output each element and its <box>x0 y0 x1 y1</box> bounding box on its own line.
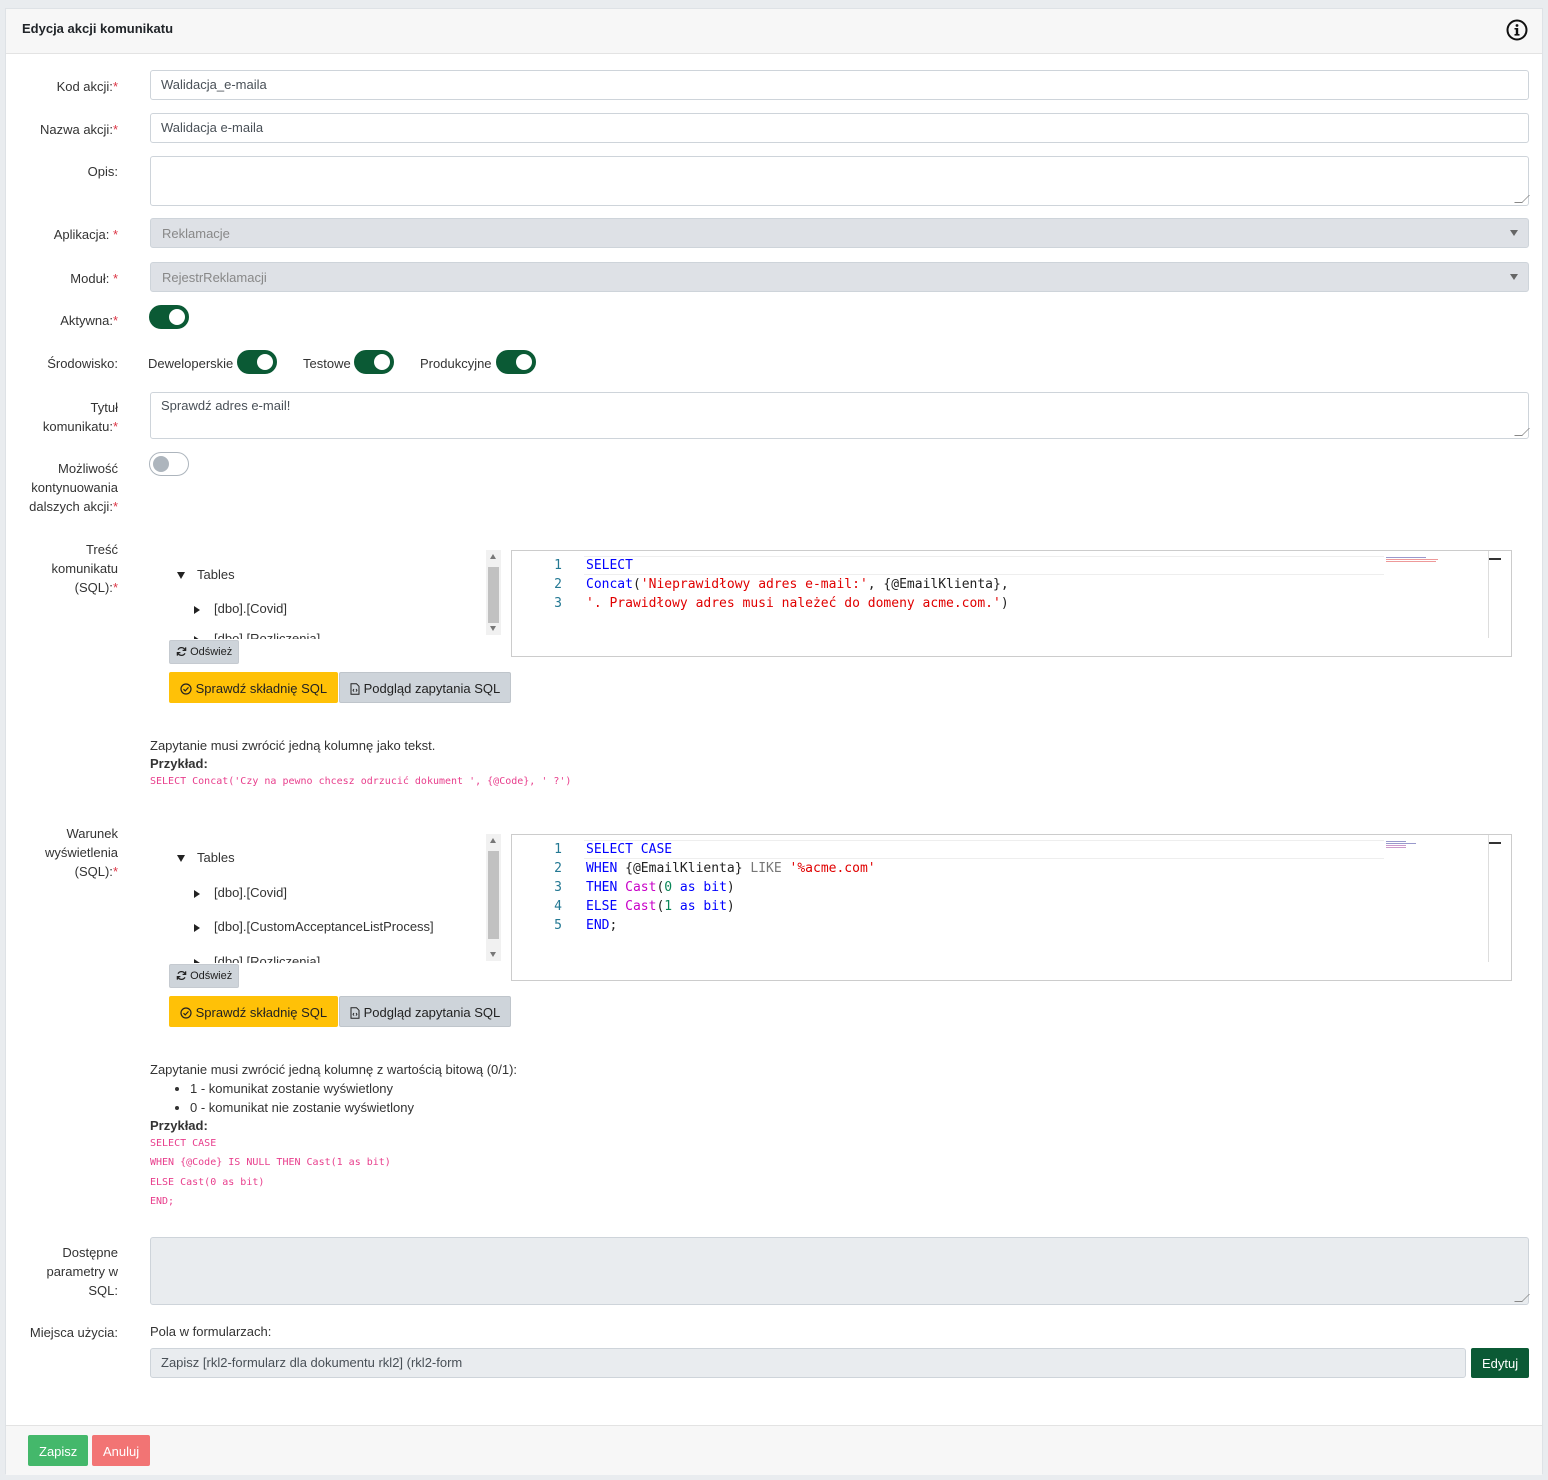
tree-item[interactable]: [dbo].[Rozliczenia] <box>194 954 320 963</box>
sql2-example-line: END; <box>150 1196 175 1207</box>
caret-down-icon <box>177 572 185 580</box>
sql2-check-syntax-button[interactable]: Sprawdź składnię SQL <box>169 996 339 1027</box>
tree-root-tables[interactable]: Tables <box>177 567 235 582</box>
sql2-example-label: Przykład: <box>150 1118 208 1133</box>
sql1-code-editor[interactable]: 1 SELECT 2 Concat('Nieprawidłowy adres e-m… <box>511 550 1512 657</box>
opis-label: Opis: <box>87 164 118 179</box>
list-item: 1 - komunikat zostanie wyświetlony <box>190 1079 414 1098</box>
save-button[interactable]: Zapisz <box>28 1435 89 1466</box>
cancel-button[interactable]: Anuluj <box>92 1435 151 1466</box>
check-circle-icon <box>180 683 192 695</box>
page-title: Edycja akcji komunikatu <box>22 21 174 36</box>
caret-right-icon <box>194 605 200 614</box>
sql1-preview-button[interactable]: Podgląd zapytania SQL <box>339 672 512 703</box>
mozliwosc-toggle[interactable] <box>149 452 189 476</box>
file-code-icon <box>350 683 360 695</box>
dostepne-label: Dostępne parametry w SQL: <box>46 1245 118 1298</box>
resize-handle-icon[interactable] <box>1514 1294 1530 1302</box>
sql2-refresh-button[interactable]: Odśwież <box>169 964 240 988</box>
sql2-preview-button[interactable]: Podgląd zapytania SQL <box>339 996 512 1027</box>
file-code-icon <box>350 1007 360 1019</box>
resize-handle-icon[interactable] <box>1514 428 1530 436</box>
env-prod-label: Produkcyjne <box>420 356 492 371</box>
sql1-table-tree: Tables [dbo].[Covid] [dbo].[Rozliczenia] <box>169 550 503 639</box>
aplikacja-select[interactable]: Reklamacje <box>150 218 1529 248</box>
sql2-example-line: WHEN {@Code} IS NULL THEN Cast(1 as bit) <box>150 1157 391 1168</box>
env-prod-toggle[interactable] <box>496 350 536 374</box>
sql1-hint: Zapytanie musi zwrócić jedną kolumnę jak… <box>150 738 436 753</box>
footer-bar: Zapisz Anuluj <box>6 1425 1542 1475</box>
sql2-tree-scrollbar[interactable] <box>486 834 501 961</box>
env-dev-toggle[interactable] <box>237 350 277 374</box>
minimap-collapse-icon[interactable] <box>1489 842 1501 844</box>
resize-handle-icon[interactable] <box>1514 195 1530 203</box>
usage-field: Zapisz [rkl2-formularz dla dokumentu rkl… <box>150 1348 1466 1378</box>
aktywna-toggle[interactable] <box>149 305 189 329</box>
caret-down-icon <box>177 855 185 863</box>
check-circle-icon <box>180 1007 192 1019</box>
caret-right-icon <box>194 923 200 932</box>
chevron-down-icon <box>1510 274 1518 280</box>
nazwa-akcji-label: Nazwa akcji:* <box>39 122 118 137</box>
sql1-example-label: Przykład: <box>150 756 208 771</box>
tree-item[interactable]: [dbo].[Rozliczenia] <box>194 631 320 639</box>
sql2-example-line: SELECT CASE <box>150 1138 217 1149</box>
aplikacja-label: Aplikacja: * <box>53 227 118 242</box>
warunek-label: Warunek wyświetlenia (SQL):* <box>45 826 118 879</box>
dostepne-parametry-textarea <box>150 1237 1530 1305</box>
list-item: 0 - komunikat nie zostanie wyświetlony <box>190 1098 414 1117</box>
sql2-hint-list: 1 - komunikat zostanie wyświetlony 0 - k… <box>170 1079 414 1117</box>
caret-right-icon <box>194 635 200 639</box>
edit-panel: Edycja akcji komunikatu Kod akcji:* Wali… <box>5 8 1543 1475</box>
tresc-label: Treść komunikatu (SQL):* <box>51 542 118 595</box>
tytul-textarea[interactable]: Sprawdź adres e-mail! <box>150 392 1530 439</box>
tree-item[interactable]: [dbo].[Covid] <box>194 885 287 900</box>
modul-label: Moduł: * <box>70 271 118 286</box>
edit-usage-button[interactable]: Edytuj <box>1471 1348 1530 1378</box>
caret-right-icon <box>194 889 200 898</box>
env-test-label: Testowe <box>303 356 351 371</box>
modul-select[interactable]: RejestrReklamacji <box>150 262 1529 292</box>
kod-akcji-label: Kod akcji:* <box>56 79 118 94</box>
chevron-down-icon <box>1510 230 1518 236</box>
sql2-example-line: ELSE Cast(0 as bit) <box>150 1177 265 1188</box>
tree-item[interactable]: [dbo].[CustomAcceptanceListProcess] <box>194 919 434 934</box>
sql1-check-syntax-button[interactable]: Sprawdź składnię SQL <box>169 672 339 703</box>
tree-item[interactable]: [dbo].[Covid] <box>194 601 287 616</box>
tytul-label: Tytuł komunikatu:* <box>42 400 118 434</box>
refresh-icon <box>176 970 187 981</box>
nazwa-akcji-input[interactable]: Walidacja e-maila <box>150 113 1529 143</box>
opis-textarea[interactable] <box>150 156 1530 206</box>
miejsca-label: Miejsca użycia: <box>29 1325 118 1340</box>
aktywna-label: Aktywna:* <box>60 313 118 328</box>
minimap-collapse-icon[interactable] <box>1489 558 1501 560</box>
info-circle-icon[interactable] <box>1506 19 1528 41</box>
sql1-tree-scrollbar[interactable] <box>486 550 501 635</box>
sql1-refresh-button[interactable]: Odśwież <box>169 640 240 664</box>
panel-header: Edycja akcji komunikatu <box>6 9 1542 54</box>
usage-subtitle: Pola w formularzach: <box>150 1324 272 1339</box>
srodowisko-label: Środowisko: <box>47 356 118 371</box>
mozliwosc-label: Możliwość kontynuowania dalszych akcji:* <box>29 461 118 514</box>
refresh-icon <box>176 646 187 657</box>
sql2-code-editor[interactable]: 1 SELECT CASE 2 WHEN {@EmailKlienta} LIKE … <box>511 834 1512 981</box>
sql1-example-code: SELECT Concat('Czy na pewno chcesz odrzu… <box>150 776 572 787</box>
kod-akcji-input[interactable]: Walidacja_e-maila <box>150 70 1529 100</box>
env-test-toggle[interactable] <box>354 350 394 374</box>
sql2-hint: Zapytanie musi zwrócić jedną kolumnę z w… <box>150 1062 518 1077</box>
env-dev-label: Deweloperskie <box>148 356 234 371</box>
sql2-table-tree: Tables [dbo].[Covid] [dbo].[CustomAccept… <box>169 834 503 963</box>
tree-root-tables[interactable]: Tables <box>177 850 235 865</box>
caret-right-icon <box>194 958 200 963</box>
